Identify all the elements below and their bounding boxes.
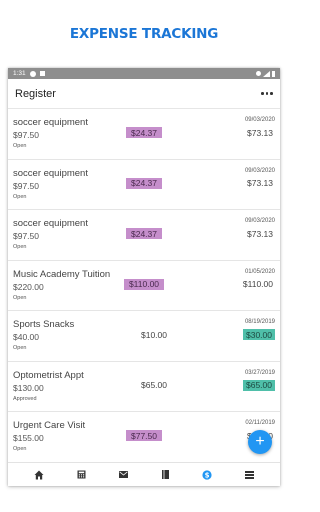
- register-list: soccer equipment $97.50 Open 09/03/2020 …: [8, 109, 280, 463]
- expense-name: soccer equipment: [13, 218, 88, 229]
- expense-amount: $97.50: [13, 130, 39, 140]
- list-icon[interactable]: [241, 467, 257, 483]
- page-title: Register: [15, 87, 56, 100]
- expense-date: 08/19/2019: [244, 319, 275, 325]
- list-item[interactable]: Optometrist Appt $130.00 Approved 03/27/…: [8, 362, 280, 412]
- expense-amount: $130.00: [13, 382, 44, 393]
- expense-name: Music Academy Tuition: [13, 268, 111, 280]
- expense-date: 09/03/2020: [244, 167, 275, 174]
- app-bar: Register: [8, 79, 280, 109]
- expense-date: 09/03/2020: [244, 117, 275, 123]
- expense-date: 01/05/2020: [244, 268, 275, 275]
- expense-status: Approved: [13, 395, 37, 402]
- expense-name: soccer equipment: [13, 117, 88, 128]
- right-amount: $65.00: [243, 379, 275, 391]
- expense-name: Sports Snacks: [13, 319, 75, 330]
- list-item[interactable]: soccer equipment $97.50 Open 09/03/2020 …: [8, 109, 280, 160]
- status-bar: 1:31: [8, 68, 280, 79]
- expense-name: Optometrist Appt: [13, 369, 84, 381]
- expense-amount: $220.00: [13, 281, 44, 292]
- expense-amount: $97.50: [13, 231, 39, 241]
- middle-amount: $110.00: [124, 278, 164, 290]
- right-amount: $30.00: [243, 329, 275, 340]
- book-icon[interactable]: [157, 467, 173, 483]
- list-item[interactable]: soccer equipment $97.50 Open 09/03/2020 …: [8, 160, 280, 210]
- add-expense-button[interactable]: +: [248, 430, 272, 454]
- signal-icon: [263, 70, 270, 77]
- status-time: 1:31: [13, 70, 26, 77]
- middle-amount: $24.37: [126, 177, 162, 189]
- expense-amount: $97.50: [13, 180, 39, 191]
- expense-date: 09/03/2020: [244, 218, 275, 224]
- bottom-navigation: $: [8, 462, 280, 486]
- expense-date: 02/11/2019: [245, 420, 275, 426]
- expense-status: Open: [13, 294, 27, 301]
- home-icon[interactable]: [31, 467, 47, 483]
- phone-screen: 1:31 Register soccer equipment $97.50 Op…: [8, 68, 280, 486]
- right-amount: $73.13: [247, 228, 273, 239]
- svg-text:$: $: [205, 471, 210, 479]
- expense-amount: $40.00: [13, 332, 39, 342]
- expense-status: Open: [13, 193, 27, 200]
- wifi-icon: [256, 71, 261, 76]
- list-item[interactable]: Sports Snacks $40.00 Open 08/19/2019 $10…: [8, 311, 280, 362]
- list-item[interactable]: Urgent Care Visit $155.00 Open 02/11/201…: [8, 412, 280, 463]
- expense-status: Open: [13, 345, 27, 351]
- right-amount: $73.13: [247, 178, 273, 188]
- battery-icon: [272, 70, 275, 77]
- middle-amount: $77.50: [126, 430, 162, 441]
- dollar-icon[interactable]: $: [199, 467, 215, 483]
- expense-date: 03/27/2019: [244, 369, 275, 376]
- list-item[interactable]: Music Academy Tuition $220.00 Open 01/05…: [8, 261, 280, 311]
- middle-amount: $24.37: [126, 228, 162, 239]
- sim-icon: [39, 71, 45, 76]
- expense-amount: $155.00: [13, 433, 44, 443]
- expense-status: Open: [13, 143, 27, 149]
- right-amount: $110.00: [242, 279, 273, 289]
- notification-icon: [29, 70, 36, 77]
- calculator-icon[interactable]: [73, 467, 89, 483]
- middle-amount: $65.00: [141, 380, 167, 390]
- middle-amount: $24.37: [126, 127, 162, 138]
- right-amount: $73.13: [247, 127, 273, 138]
- expense-name: Urgent Care Visit: [13, 420, 86, 431]
- mail-icon[interactable]: [115, 467, 131, 483]
- more-options-icon[interactable]: [260, 92, 274, 95]
- page-banner-title: EXPENSE TRACKING: [69, 26, 219, 42]
- expense-status: Open: [13, 244, 27, 250]
- middle-amount: $10.00: [141, 329, 167, 340]
- expense-name: soccer equipment: [13, 167, 88, 179]
- list-item[interactable]: soccer equipment $97.50 Open 09/03/2020 …: [8, 210, 280, 261]
- expense-status: Open: [13, 446, 27, 452]
